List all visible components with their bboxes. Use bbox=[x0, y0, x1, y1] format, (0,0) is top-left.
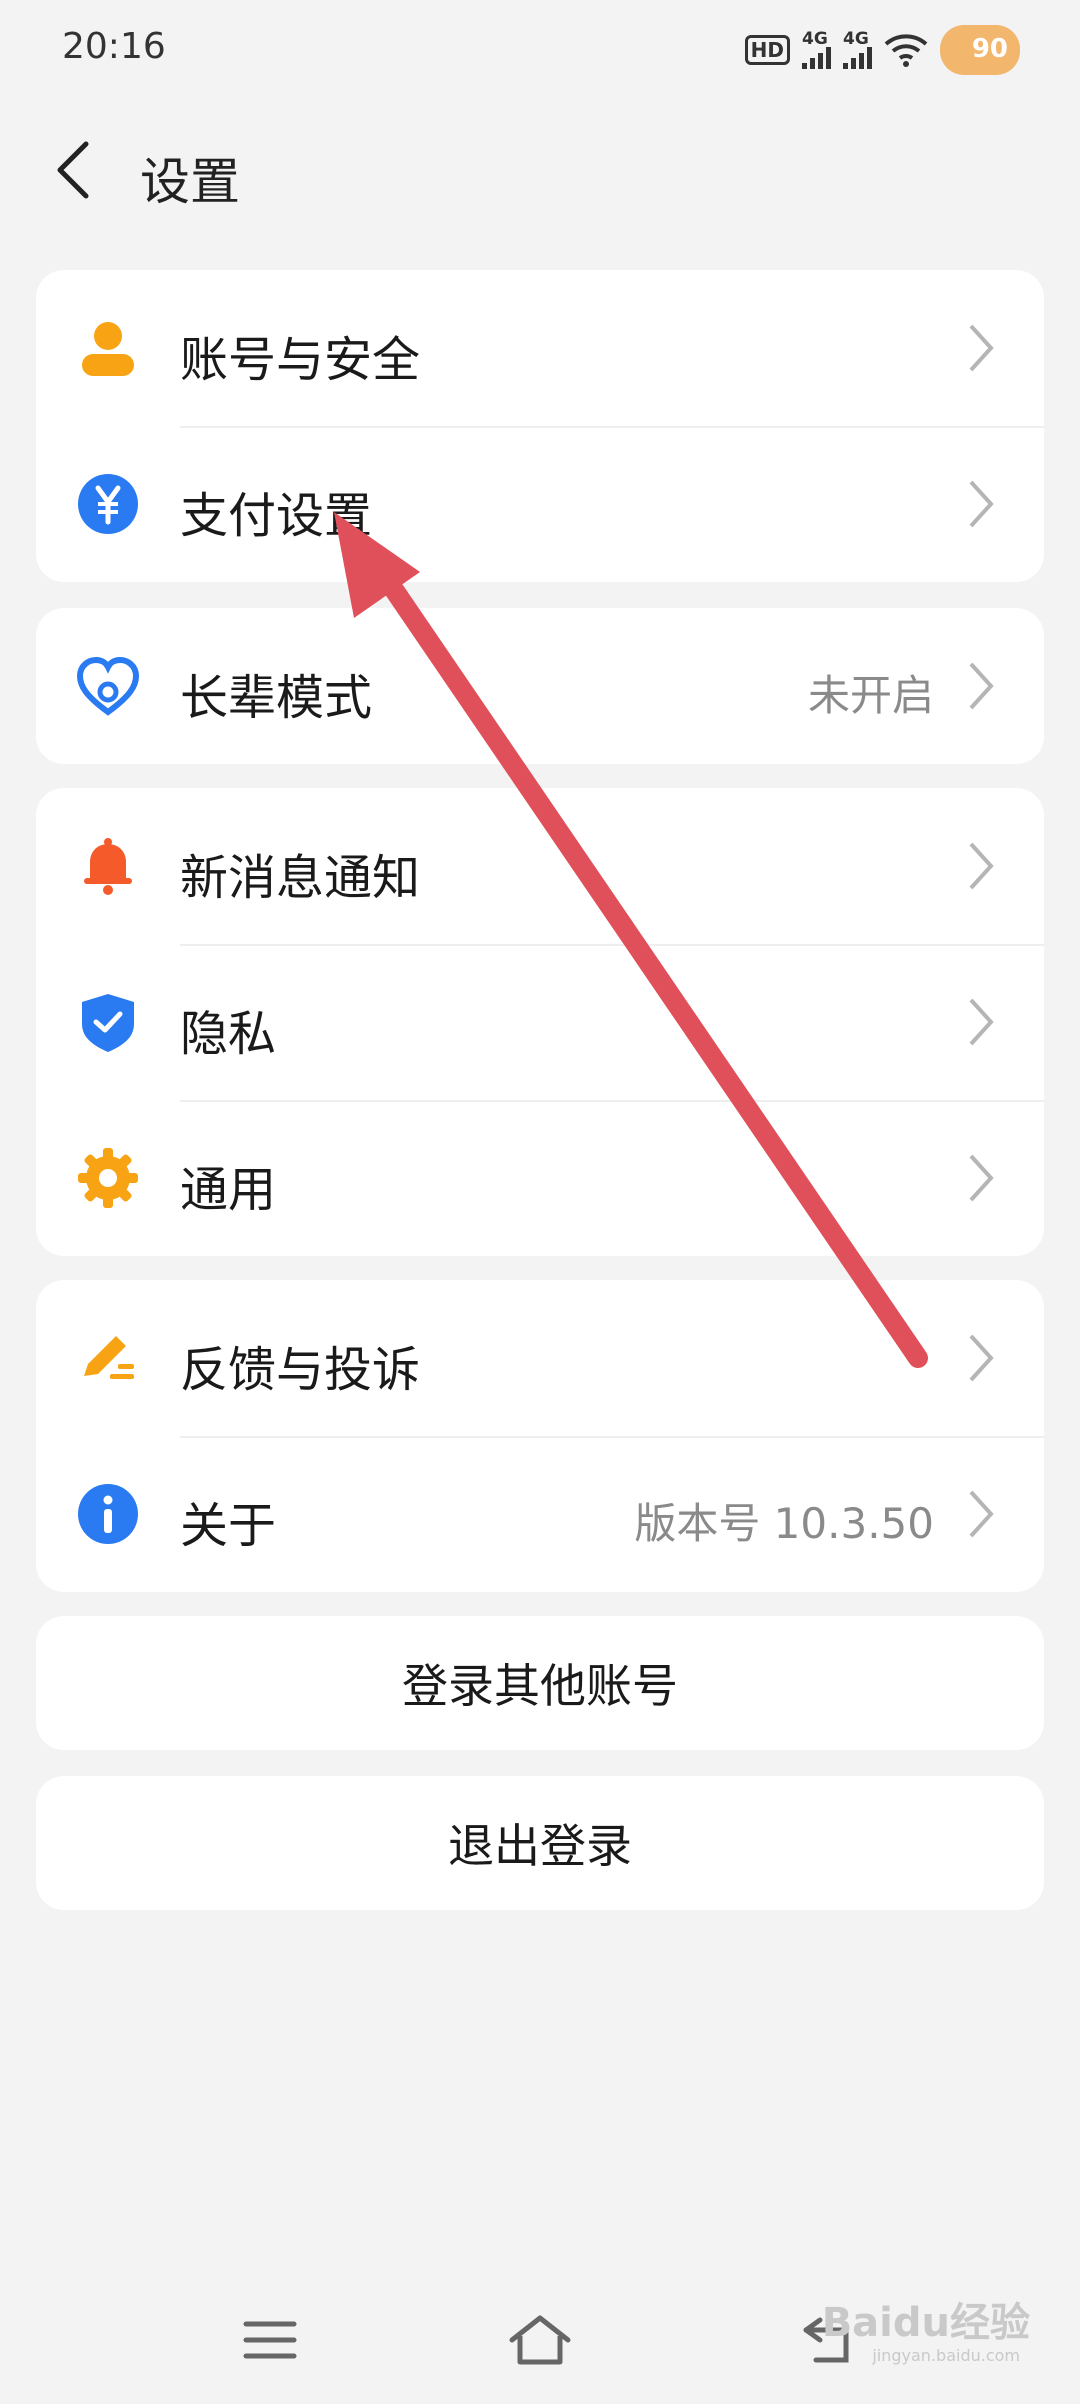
settings-item-label: 关于 bbox=[180, 1498, 277, 1554]
chevron-right-icon bbox=[969, 662, 994, 710]
settings-item-feedback[interactable]: 反馈与投诉 bbox=[36, 1280, 1044, 1436]
sim1-label: 4G bbox=[802, 29, 828, 49]
chevron-right-icon bbox=[969, 1154, 994, 1202]
battery-icon: 90 bbox=[940, 25, 1020, 75]
yuan-icon bbox=[78, 474, 138, 534]
hd-icon: HD bbox=[744, 35, 790, 65]
signal-sim2-icon: 4G bbox=[843, 31, 872, 69]
status-icons: HD 4G 4G 90 bbox=[744, 22, 1020, 78]
heart-icon bbox=[76, 656, 140, 716]
sim2-label: 4G bbox=[843, 29, 869, 49]
settings-item-account-security[interactable]: 账号与安全 bbox=[36, 270, 1044, 426]
settings-item-privacy[interactable]: 隐私 bbox=[36, 944, 1044, 1100]
settings-item-label: 支付设置 bbox=[180, 488, 373, 544]
settings-item-elder-mode[interactable]: 长辈模式 未开启 bbox=[36, 608, 1044, 764]
settings-item-label: 反馈与投诉 bbox=[180, 1342, 421, 1398]
settings-item-label: 通用 bbox=[180, 1162, 277, 1218]
settings-item-notifications[interactable]: 新消息通知 bbox=[36, 788, 1044, 944]
status-time: 20:16 bbox=[62, 26, 166, 67]
logout-button[interactable]: 退出登录 bbox=[36, 1776, 1044, 1910]
status-bar: 20:16 HD 4G 4G 90 bbox=[0, 0, 1080, 100]
chevron-right-icon bbox=[969, 480, 994, 528]
settings-item-about[interactable]: 关于 版本号 10.3.50 bbox=[36, 1436, 1044, 1592]
chevron-right-icon bbox=[969, 1490, 994, 1538]
user-icon bbox=[82, 322, 134, 376]
settings-group-account: 账号与安全 支付设置 bbox=[36, 270, 1044, 582]
chevron-right-icon bbox=[969, 1334, 994, 1382]
page-title: 设置 bbox=[140, 153, 240, 211]
settings-item-label: 新消息通知 bbox=[180, 850, 421, 906]
shield-icon bbox=[82, 994, 134, 1052]
settings-item-label: 长辈模式 bbox=[180, 670, 373, 726]
settings-group-about: 反馈与投诉 关于 版本号 10.3.50 bbox=[36, 1280, 1044, 1592]
home-icon[interactable] bbox=[500, 2310, 580, 2370]
menu-icon[interactable] bbox=[230, 2310, 310, 2370]
chevron-right-icon bbox=[969, 324, 994, 372]
version-number: 版本号 10.3.50 bbox=[634, 1499, 934, 1548]
settings-item-label: 账号与安全 bbox=[180, 332, 421, 388]
settings-item-payment[interactable]: 支付设置 bbox=[36, 426, 1044, 582]
settings-item-general[interactable]: 通用 bbox=[36, 1100, 1044, 1256]
chevron-right-icon bbox=[969, 998, 994, 1046]
info-icon bbox=[78, 1484, 138, 1544]
back-arrow-icon[interactable] bbox=[48, 138, 108, 202]
battery-level: 90 bbox=[971, 34, 1008, 64]
chevron-right-icon bbox=[969, 842, 994, 890]
baidu-watermark-url: jingyan.baidu.com bbox=[872, 2346, 1020, 2365]
wifi-icon bbox=[884, 34, 928, 67]
signal-sim1-icon: 4G bbox=[802, 31, 831, 69]
bell-icon bbox=[84, 838, 132, 895]
settings-group-general: 新消息通知 隐私 通用 bbox=[36, 788, 1044, 1256]
elder-mode-status: 未开启 bbox=[807, 671, 934, 720]
header: 设置 bbox=[0, 120, 1080, 220]
settings-group-elder: 长辈模式 未开启 bbox=[36, 608, 1044, 764]
baidu-watermark: Baidu经验 bbox=[821, 2300, 1030, 2346]
pencil-icon bbox=[84, 1336, 134, 1379]
settings-item-label: 隐私 bbox=[180, 1006, 277, 1062]
gear-icon bbox=[78, 1148, 138, 1208]
login-other-account-button[interactable]: 登录其他账号 bbox=[36, 1616, 1044, 1750]
